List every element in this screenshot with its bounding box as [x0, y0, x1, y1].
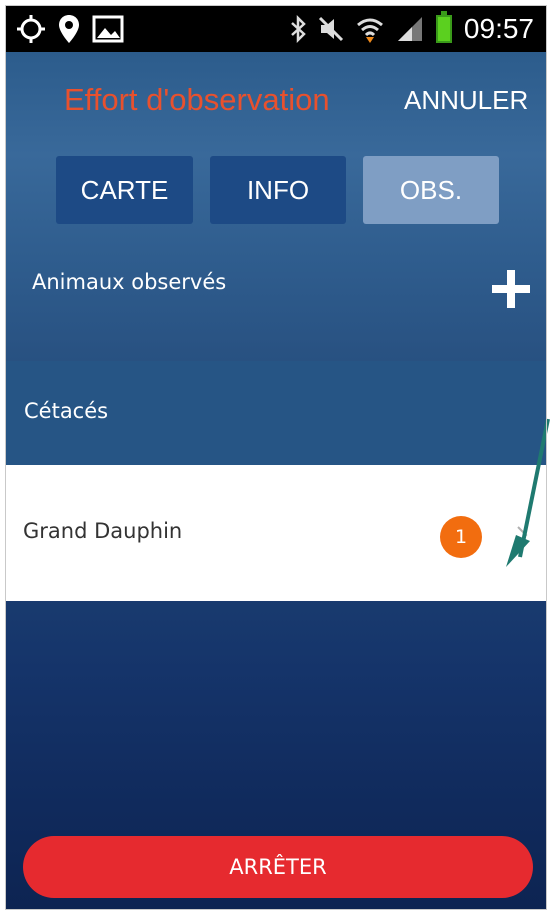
tab-info[interactable]: INFO [210, 156, 346, 224]
observation-screen: Effort d'observation ANNULER CARTE INFO … [6, 52, 550, 910]
plus-icon[interactable] [490, 268, 532, 310]
page-title: Effort d'observation [64, 82, 330, 117]
tab-carte[interactable]: CARTE [56, 156, 193, 224]
signal-icon [397, 17, 422, 41]
observed-animals-label: Animaux observés [32, 270, 227, 294]
location-pin-icon [59, 15, 79, 43]
status-time: 09:57 [463, 13, 534, 44]
list-item[interactable]: Grand Dauphin 1 [6, 465, 546, 601]
cancel-button[interactable]: ANNULER [404, 85, 528, 116]
tab-obs[interactable]: OBS. [363, 156, 499, 224]
phone-screen: 09:57 Effort d'observation ANNULER CARTE… [0, 0, 550, 912]
chevron-right-icon [517, 526, 528, 544]
count-badge: 1 [440, 516, 482, 558]
battery-icon [435, 11, 452, 43]
category-header: Cétacés [6, 361, 546, 465]
mute-icon [318, 16, 343, 42]
species-label: Grand Dauphin [23, 519, 183, 543]
category-label: Cétacés [24, 399, 109, 423]
bluetooth-icon [291, 15, 306, 43]
stop-button[interactable]: ARRÊTER [23, 836, 533, 898]
wifi-icon [356, 18, 383, 43]
status-bar: 09:57 [6, 6, 546, 52]
gps-icon [17, 15, 45, 43]
image-icon [92, 15, 124, 43]
